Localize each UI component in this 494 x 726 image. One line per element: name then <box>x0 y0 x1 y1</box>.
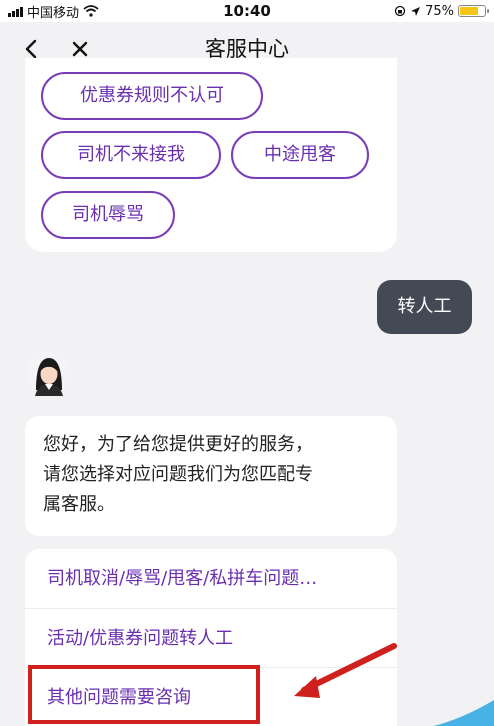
agent-message-bubble: 您好，为了给您提供更好的服务， 请您选择对应问题我们为您匹配专 属客服。 <box>25 416 397 536</box>
rotation-lock-icon <box>394 5 406 17</box>
agent-avatar <box>26 350 72 396</box>
option-pill-driver-no-show[interactable]: 司机不来接我 <box>41 131 221 179</box>
corner-decoration <box>434 700 494 726</box>
arrow-icon <box>294 643 397 698</box>
agent-message-line: 请您选择对应问题我们为您匹配专 <box>43 464 313 485</box>
option-pill-driver-abuse[interactable]: 司机辱骂 <box>41 191 175 239</box>
option-pill-dropped-midway[interactable]: 中途甩客 <box>231 131 369 179</box>
option-driver-issues[interactable]: 司机取消/辱骂/甩客/私拼车问题… <box>25 549 397 608</box>
agent-message-line: 属客服。 <box>43 494 115 515</box>
quick-options-card: 优惠券规则不认可 司机不来接我 中途甩客 司机辱骂 <box>25 58 397 252</box>
user-message-bubble: 转人工 <box>377 280 472 334</box>
location-icon <box>411 6 421 16</box>
battery-icon <box>458 5 489 17</box>
battery-percent: 75% <box>425 3 454 19</box>
status-right: 75% <box>394 0 489 22</box>
status-bar: 中国移动 10:40 75% <box>0 0 494 22</box>
agent-message-line: 您好，为了给您提供更好的服务， <box>43 434 313 455</box>
highlight-box <box>28 665 260 724</box>
option-pill-coupon-rules[interactable]: 优惠券规则不认可 <box>41 72 263 120</box>
